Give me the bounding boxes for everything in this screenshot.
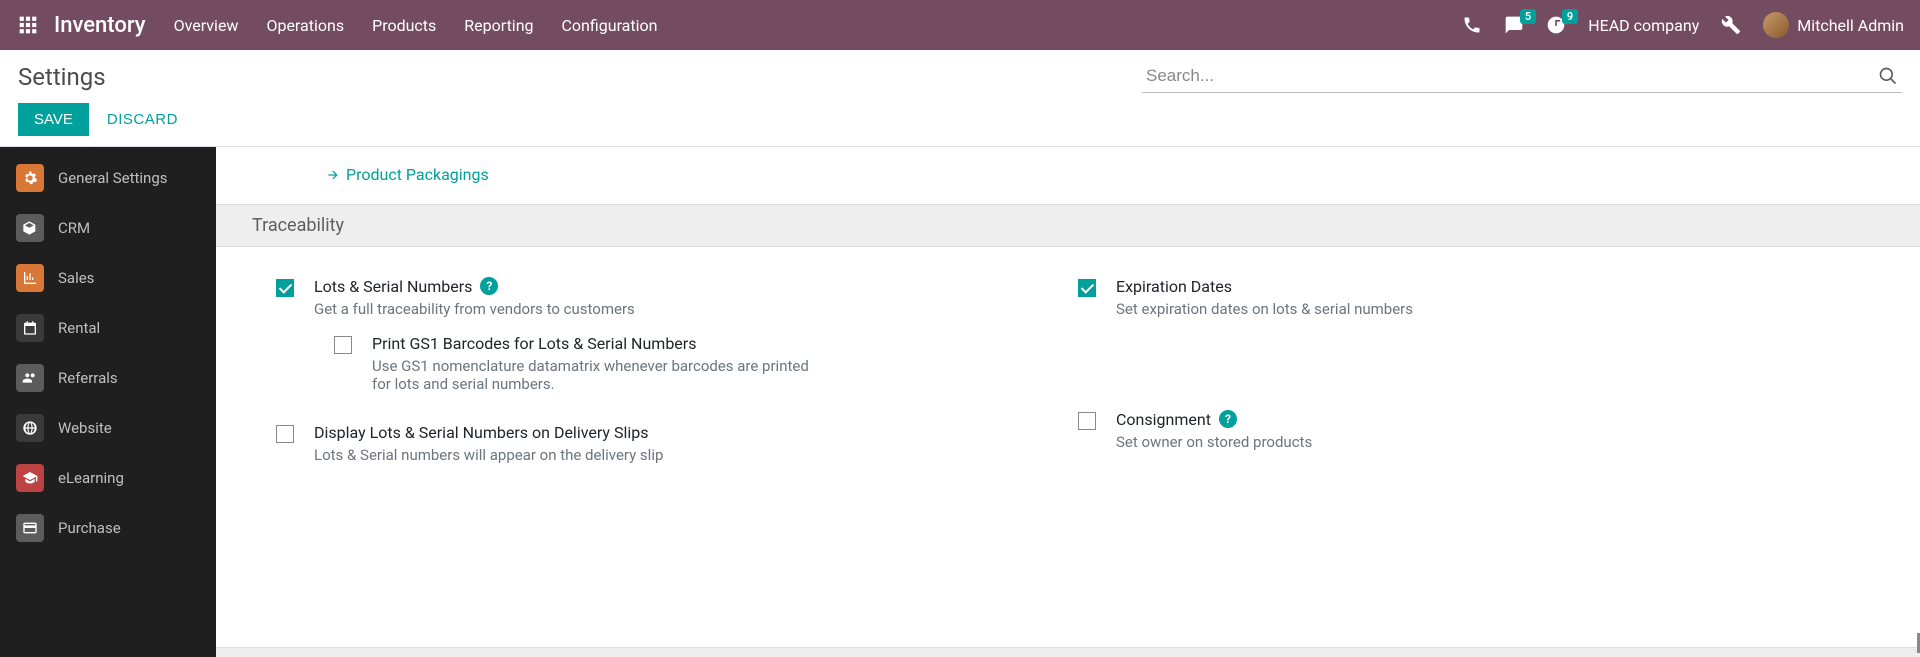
setting-desc: Lots & Serial numbers will appear on the… [314,446,1078,464]
help-icon[interactable]: ? [480,277,498,295]
messages-badge: 5 [1520,9,1536,24]
user-menu[interactable]: Mitchell Admin [1763,12,1904,38]
debug-icon[interactable] [1721,15,1741,35]
settings-sidebar: General Settings CRM Sales Rental Referr… [0,147,216,657]
sidebar-item-elearning[interactable]: eLearning [0,453,216,503]
sidebar-item-label: Referrals [58,369,118,387]
search-input[interactable] [1142,60,1902,93]
setting-desc: Set expiration dates on lots & serial nu… [1116,300,1880,318]
section-traceability: Traceability [216,204,1920,247]
page-title: Settings [18,63,106,91]
checkbox-consignment[interactable] [1078,412,1096,430]
setting-desc: Use GS1 nomenclature datamatrix whenever… [372,357,812,393]
sidebar-item-rental[interactable]: Rental [0,303,216,353]
sidebar-item-general[interactable]: General Settings [0,153,216,203]
checkbox-lots[interactable] [276,279,294,297]
setting-lots: Lots & Serial Numbers ? Get a full trace… [276,277,1078,393]
credit-card-icon [16,514,44,542]
sidebar-item-label: Sales [58,269,94,287]
settings-content: Product Packagings Traceability Lots & S… [216,147,1920,657]
save-button[interactable]: SAVE [18,103,89,136]
activities-icon[interactable]: 9 [1546,15,1566,35]
setting-expiration: Expiration Dates Set expiration dates on… [1078,277,1880,318]
checkbox-display-lots[interactable] [276,425,294,443]
sidebar-item-label: Rental [58,319,100,337]
voip-icon[interactable] [1462,15,1482,35]
discard-button[interactable]: DISCARD [107,111,178,128]
menu-configuration[interactable]: Configuration [562,16,658,35]
menu-reporting[interactable]: Reporting [464,16,533,35]
sidebar-item-purchase[interactable]: Purchase [0,503,216,553]
section-divider [216,647,1920,657]
people-icon [16,364,44,392]
chart-icon [16,264,44,292]
setting-title: Lots & Serial Numbers [314,277,472,296]
sub-setting-gs1: Print GS1 Barcodes for Lots & Serial Num… [334,334,1078,393]
sidebar-item-sales[interactable]: Sales [0,253,216,303]
globe-icon [16,414,44,442]
top-navbar: Inventory Overview Operations Products R… [0,0,1920,50]
sidebar-item-label: Purchase [58,519,121,537]
sidebar-item-label: eLearning [58,469,124,487]
product-packagings-link[interactable]: Product Packagings [326,165,489,184]
messages-icon[interactable]: 5 [1504,15,1524,35]
sidebar-item-label: CRM [58,219,90,237]
control-panel: Settings SAVE DISCARD [0,50,1920,147]
main-menu: Overview Operations Products Reporting C… [174,16,658,35]
link-label: Product Packagings [346,165,489,184]
sidebar-item-referrals[interactable]: Referrals [0,353,216,403]
company-selector[interactable]: HEAD company [1588,16,1699,35]
avatar [1763,12,1789,38]
checkbox-gs1[interactable] [334,336,352,354]
setting-title: Display Lots & Serial Numbers on Deliver… [314,423,648,442]
sidebar-item-crm[interactable]: CRM [0,203,216,253]
setting-consignment: Consignment ? Set owner on stored produc… [1078,410,1880,451]
graduation-icon [16,464,44,492]
setting-title: Print GS1 Barcodes for Lots & Serial Num… [372,334,696,353]
activities-badge: 9 [1562,9,1578,24]
menu-operations[interactable]: Operations [266,16,344,35]
handshake-icon [16,214,44,242]
gear-icon [16,164,44,192]
setting-title: Consignment [1116,410,1211,429]
sidebar-item-label: Website [58,419,112,437]
calendar-icon [16,314,44,342]
help-icon[interactable]: ? [1219,410,1237,428]
search-icon[interactable] [1878,66,1898,90]
app-brand[interactable]: Inventory [54,13,146,38]
checkbox-expiration[interactable] [1078,279,1096,297]
sidebar-item-label: General Settings [58,169,168,187]
setting-display-lots: Display Lots & Serial Numbers on Deliver… [276,423,1078,464]
menu-products[interactable]: Products [372,16,436,35]
sidebar-item-website[interactable]: Website [0,403,216,453]
user-name: Mitchell Admin [1797,16,1904,35]
apps-icon[interactable] [16,13,40,37]
setting-title: Expiration Dates [1116,277,1232,296]
setting-desc: Get a full traceability from vendors to … [314,300,1078,318]
setting-desc: Set owner on stored products [1116,433,1880,451]
menu-overview[interactable]: Overview [174,16,239,35]
